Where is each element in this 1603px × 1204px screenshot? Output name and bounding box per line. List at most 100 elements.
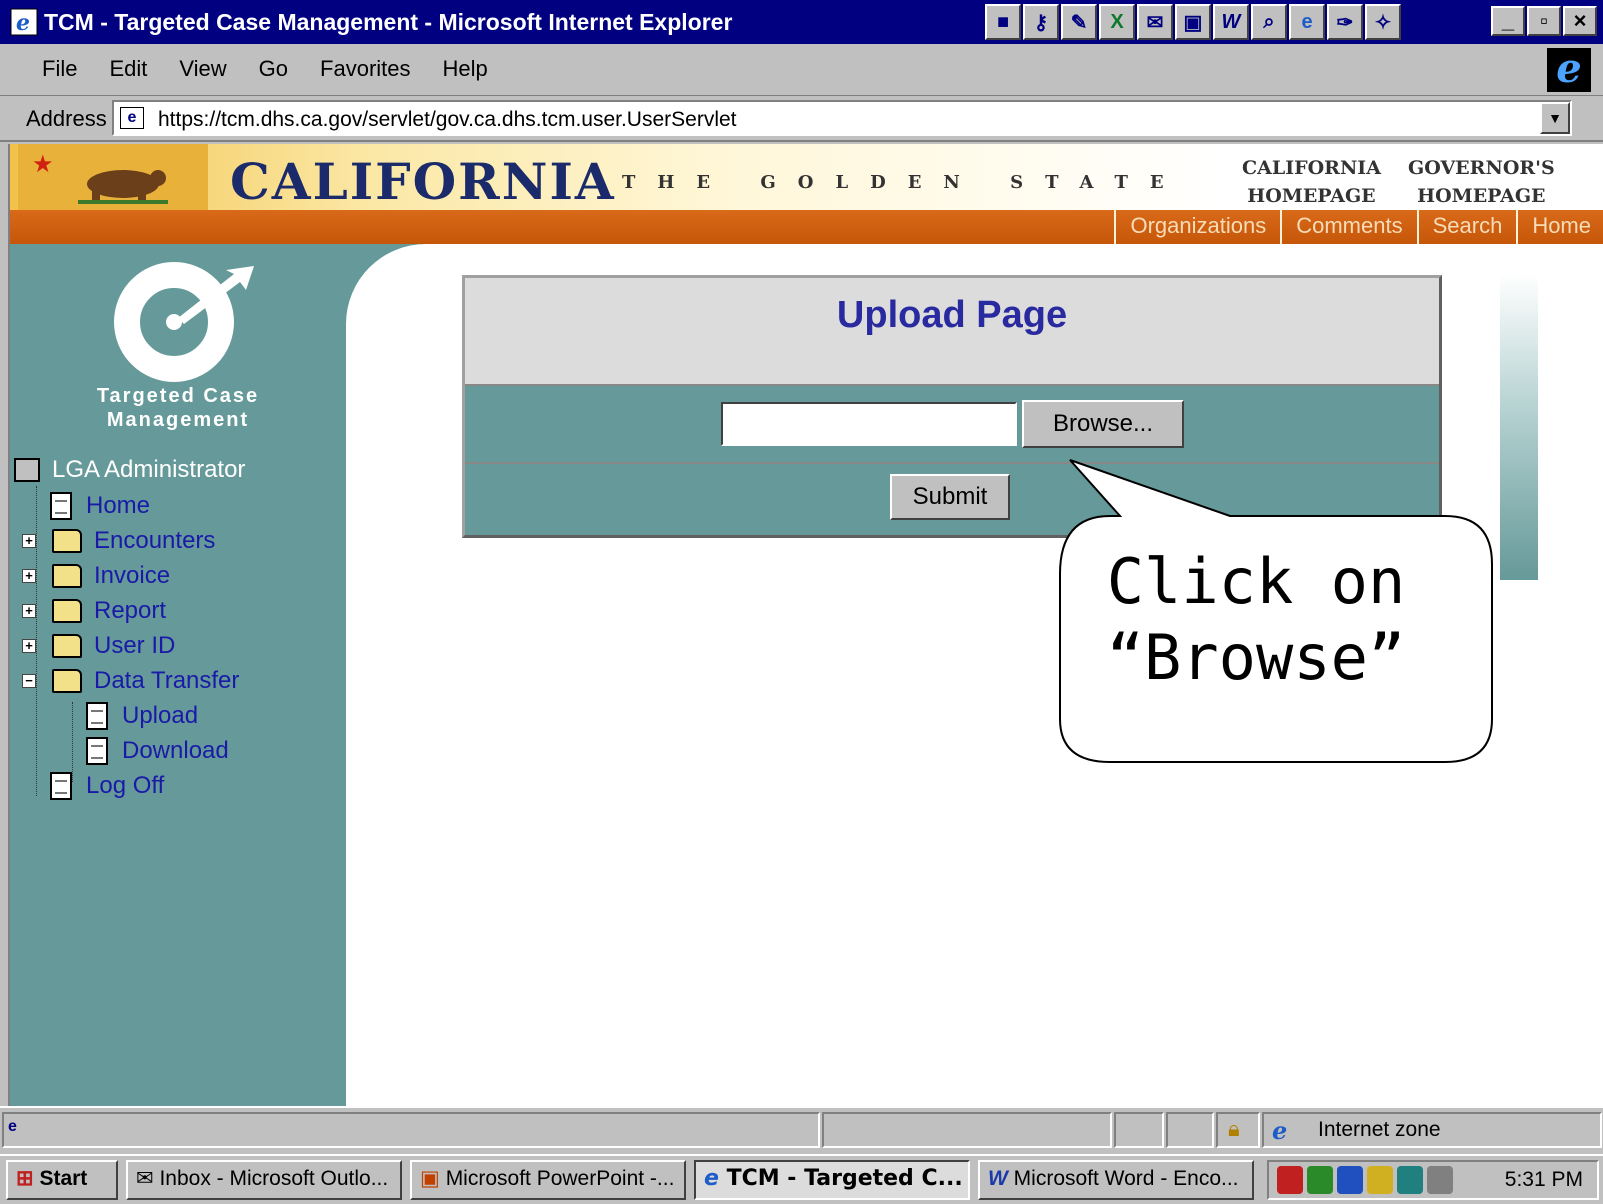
menu-help[interactable]: Help [443, 56, 488, 82]
settings-icon[interactable] [1337, 1166, 1363, 1194]
outlook-icon[interactable]: ✉ [1137, 4, 1173, 40]
open-folder-icon [52, 669, 82, 693]
california-homepage-link[interactable]: CALIFORNIA HOMEPAGE [1242, 154, 1381, 210]
word-icon[interactable]: W [1213, 4, 1249, 40]
tree-item-home[interactable]: Home [50, 490, 150, 522]
menu-go[interactable]: Go [259, 56, 288, 82]
menu-view[interactable]: View [179, 56, 226, 82]
california-wordmark: CALIFORNIA [230, 152, 616, 211]
expand-icon[interactable]: + [22, 604, 36, 618]
expand-icon[interactable]: + [22, 639, 36, 653]
menu-file[interactable]: File [42, 56, 77, 82]
globe-icon[interactable] [1397, 1166, 1423, 1194]
ca-bear-logo[interactable]: ★ [18, 144, 208, 212]
tree-item-report[interactable]: + Report [22, 595, 166, 627]
ie-icon: e [10, 8, 38, 36]
nav-search[interactable]: Search [1416, 210, 1517, 244]
lock-icon: 🔒︎ [1228, 1116, 1240, 1141]
collapse-icon[interactable]: − [22, 674, 36, 688]
tree-admin[interactable]: LGA Administrator [14, 454, 245, 486]
menu-bar: File Edit View Go Favorites Help e [0, 44, 1603, 96]
page-icon: e [8, 1118, 17, 1135]
task-word[interactable]: W Microsoft Word - Enco... [978, 1160, 1254, 1200]
search-icon[interactable]: ⌕ [1251, 4, 1287, 40]
maximize-button[interactable]: ▫ [1527, 6, 1561, 36]
nav-home[interactable]: Home [1516, 210, 1603, 244]
powerpoint-icon[interactable]: ▣ [1175, 4, 1211, 40]
bear-icon [78, 170, 168, 204]
browse-button[interactable]: Browse... [1022, 400, 1184, 448]
ca-header: ★ CALIFORNIA THE GOLDEN STATE CALIFORNIA… [10, 144, 1603, 244]
file-path-input[interactable] [721, 402, 1017, 446]
tree-item-invoice[interactable]: + Invoice [22, 560, 170, 592]
display-icon[interactable] [1367, 1166, 1393, 1194]
page-icon [86, 737, 108, 765]
minimize-button[interactable]: _ [1491, 6, 1525, 36]
tool2-icon[interactable]: ✑ [1327, 4, 1363, 40]
title-bar: e TCM - Targeted Case Management - Micro… [0, 0, 1603, 44]
windows-flag-icon: ⊞ [16, 1167, 34, 1190]
window-title: TCM - Targeted Case Management - Microso… [44, 9, 733, 35]
menu-edit[interactable]: Edit [109, 56, 147, 82]
expand-icon[interactable]: + [22, 569, 36, 583]
system-tray: 5:31 PM [1267, 1160, 1599, 1200]
outlook-icon: ✉ [136, 1167, 154, 1190]
nav-comments[interactable]: Comments [1280, 210, 1416, 244]
task-tcm[interactable]: e TCM - Targeted C... [694, 1160, 970, 1200]
address-field[interactable]: e https://tcm.dhs.ca.gov/servlet/gov.ca.… [112, 100, 1572, 136]
excel-icon[interactable]: X [1099, 4, 1135, 40]
star-icon: ★ [32, 151, 54, 178]
folder-icon [52, 529, 82, 553]
ie-quick-icon[interactable]: e [1289, 4, 1325, 40]
folder-icon [52, 564, 82, 588]
tree-item-log-off[interactable]: Log Off [50, 770, 164, 802]
submit-button[interactable]: Submit [890, 474, 1010, 520]
tree-item-download[interactable]: Download [86, 735, 229, 767]
expand-icon[interactable]: + [22, 534, 36, 548]
ie-logo-icon: e [1547, 48, 1591, 92]
ie-zone-icon: e [1272, 1116, 1288, 1145]
status-main-pane: e [2, 1112, 820, 1148]
powerpoint-icon: ▣ [420, 1167, 440, 1190]
ca-nav: Organizations Comments Search Home [1114, 210, 1603, 244]
network-icon[interactable] [1307, 1166, 1333, 1194]
page-icon [50, 772, 72, 800]
task-powerpoint[interactable]: ▣ Microsoft PowerPoint -... [410, 1160, 686, 1200]
nav-organizations[interactable]: Organizations [1114, 210, 1280, 244]
tool-icon[interactable]: ✎ [1061, 4, 1097, 40]
volume-icon[interactable] [1427, 1166, 1453, 1194]
page-icon [50, 492, 72, 520]
tree-item-upload[interactable]: Upload [86, 700, 198, 732]
zone-text: Internet zone [1318, 1118, 1441, 1141]
status-bar: e 🔒︎ e Internet zone [0, 1106, 1603, 1154]
address-dropdown-button[interactable]: ▼ [1540, 102, 1570, 134]
tool3-icon[interactable]: ✧ [1365, 4, 1401, 40]
windows-icon[interactable]: ■ [985, 4, 1021, 40]
antivirus-icon[interactable] [1277, 1166, 1303, 1194]
quicklaunch-toolbar: ■ ⚷ ✎ X ✉ ▣ W ⌕ e ✑ ✧ [985, 4, 1401, 40]
browser-content: ★ CALIFORNIA THE GOLDEN STATE CALIFORNIA… [8, 144, 1603, 1106]
arrow-icon [178, 266, 254, 324]
address-label: Address [26, 106, 107, 131]
key-icon[interactable]: ⚷ [1023, 4, 1059, 40]
folder-icon [52, 634, 82, 658]
page-icon: e [120, 107, 144, 129]
sidebar: Targeted Case Management LGA Administrat… [10, 244, 346, 1106]
word-icon: W [988, 1167, 1008, 1190]
clock: 5:31 PM [1504, 1168, 1583, 1191]
tree-item-encounters[interactable]: + Encounters [22, 525, 215, 557]
close-button[interactable]: × [1563, 6, 1597, 36]
page-title: Upload Page [836, 294, 1068, 336]
menu-favorites[interactable]: Favorites [320, 56, 410, 82]
decorative-bar [1500, 274, 1538, 580]
start-button[interactable]: ⊞ Start [6, 1160, 118, 1200]
tree-item-data-transfer[interactable]: − Data Transfer [22, 665, 239, 697]
task-outlook[interactable]: ✉ Inbox - Microsoft Outlo... [126, 1160, 402, 1200]
tree-item-user-id[interactable]: + User ID [22, 630, 175, 662]
golden-state-tagline: THE GOLDEN STATE [622, 172, 1186, 193]
governors-homepage-link[interactable]: GOVERNOR'S HOMEPAGE [1408, 154, 1555, 210]
taskbar: ⊞ Start ✉ Inbox - Microsoft Outlo... ▣ M… [0, 1154, 1603, 1204]
address-url[interactable]: https://tcm.dhs.ca.gov/servlet/gov.ca.dh… [158, 108, 737, 132]
ie-icon: e [704, 1166, 719, 1191]
page-icon [86, 702, 108, 730]
